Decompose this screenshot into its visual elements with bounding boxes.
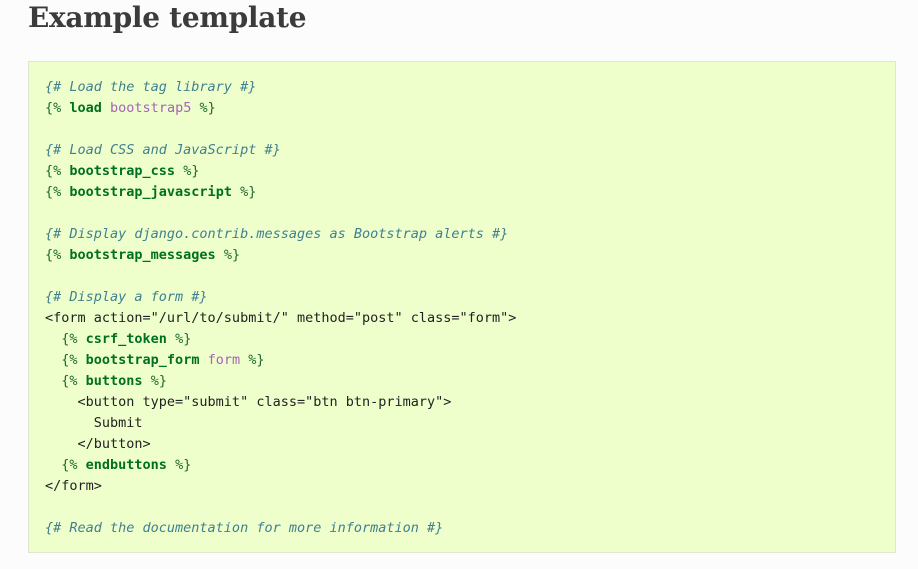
code-line: {% endbuttons %} bbox=[45, 455, 516, 476]
code-line: {% bootstrap_messages %} bbox=[45, 245, 516, 266]
code-line: </form> bbox=[45, 476, 516, 497]
code-line: {% buttons %} bbox=[45, 371, 516, 392]
html-markup: </form> bbox=[45, 478, 102, 494]
code-line: {# Display a form #} bbox=[45, 287, 516, 308]
template-tag-keyword: csrf_token bbox=[85, 331, 167, 347]
template-tag-delimiter: %} bbox=[215, 247, 241, 263]
template-tag-delimiter: %} bbox=[166, 457, 192, 473]
code-line: Submit bbox=[45, 413, 516, 434]
template-tag-delimiter: {% bbox=[61, 331, 86, 347]
template-tag-delimiter: %} bbox=[240, 352, 265, 368]
code-line: {# Load CSS and JavaScript #} bbox=[45, 140, 516, 161]
code-block[interactable]: {# Load the tag library #} {% load bootst… bbox=[28, 61, 896, 553]
code-line: {% bootstrap_form form %} bbox=[45, 350, 516, 371]
code-line: <button type="submit" class="btn btn-pri… bbox=[45, 392, 516, 413]
code-comment: {# Load the tag library #} bbox=[45, 79, 257, 95]
html-markup: <button type="submit" class="btn btn-pri… bbox=[45, 394, 452, 410]
template-tag-delimiter: {% bbox=[61, 352, 86, 368]
template-tag-delimiter: %} bbox=[166, 331, 192, 347]
template-tag-delimiter: {% bbox=[45, 184, 70, 200]
template-tag-argument: form bbox=[207, 352, 241, 368]
template-tag-keyword: buttons bbox=[85, 373, 143, 389]
template-tag-delimiter: {% bbox=[61, 373, 86, 389]
code-line: {# Load the tag library #} bbox=[45, 77, 516, 98]
template-tag-delimiter: %} bbox=[175, 163, 200, 179]
template-tag-keyword: endbuttons bbox=[85, 457, 167, 473]
template-tag-delimiter: {% bbox=[61, 457, 86, 473]
code-line: {# Read the documentation for more infor… bbox=[45, 518, 516, 539]
template-tag-delimiter: {% bbox=[45, 100, 70, 116]
template-tag-keyword: bootstrap_javascript bbox=[69, 184, 232, 200]
code-line: {% bootstrap_css %} bbox=[45, 161, 516, 182]
code-line: {% bootstrap_javascript %} bbox=[45, 182, 516, 203]
code-line: {# Display django.contrib.messages as Bo… bbox=[45, 224, 516, 245]
code-listing[interactable]: {# Load the tag library #} {% load bootst… bbox=[45, 77, 516, 539]
template-tag-delimiter: %} bbox=[191, 100, 216, 116]
code-comment: {# Load CSS and JavaScript #} bbox=[45, 142, 281, 158]
code-line: {% load bootstrap5 %} bbox=[45, 98, 516, 119]
html-markup: <form action="/url/to/submit/" method="p… bbox=[45, 310, 517, 326]
template-tag-delimiter: %} bbox=[231, 184, 257, 200]
template-tag-delimiter: %} bbox=[142, 373, 167, 389]
code-comment: {# Read the documentation for more infor… bbox=[45, 520, 444, 536]
template-tag-argument: bootstrap5 bbox=[110, 100, 192, 116]
template-tag-keyword: bootstrap_messages bbox=[69, 247, 216, 263]
code-comment: {# Display a form #} bbox=[45, 289, 208, 305]
code-line: {% csrf_token %} bbox=[45, 329, 516, 350]
code-line: </button> bbox=[45, 434, 516, 455]
html-markup: </button> bbox=[45, 436, 151, 452]
page-title: Example template bbox=[28, 1, 307, 34]
code-line: <form action="/url/to/submit/" method="p… bbox=[45, 308, 516, 329]
template-tag-delimiter: {% bbox=[45, 163, 70, 179]
code-comment: {# Display django.contrib.messages as Bo… bbox=[45, 226, 509, 242]
code-text: Submit bbox=[45, 415, 143, 431]
template-tag-keyword: bootstrap_css bbox=[69, 163, 176, 179]
template-tag-keyword: bootstrap_form bbox=[85, 352, 200, 368]
template-tag-keyword: load bbox=[69, 100, 102, 116]
template-tag-delimiter: {% bbox=[45, 247, 70, 263]
